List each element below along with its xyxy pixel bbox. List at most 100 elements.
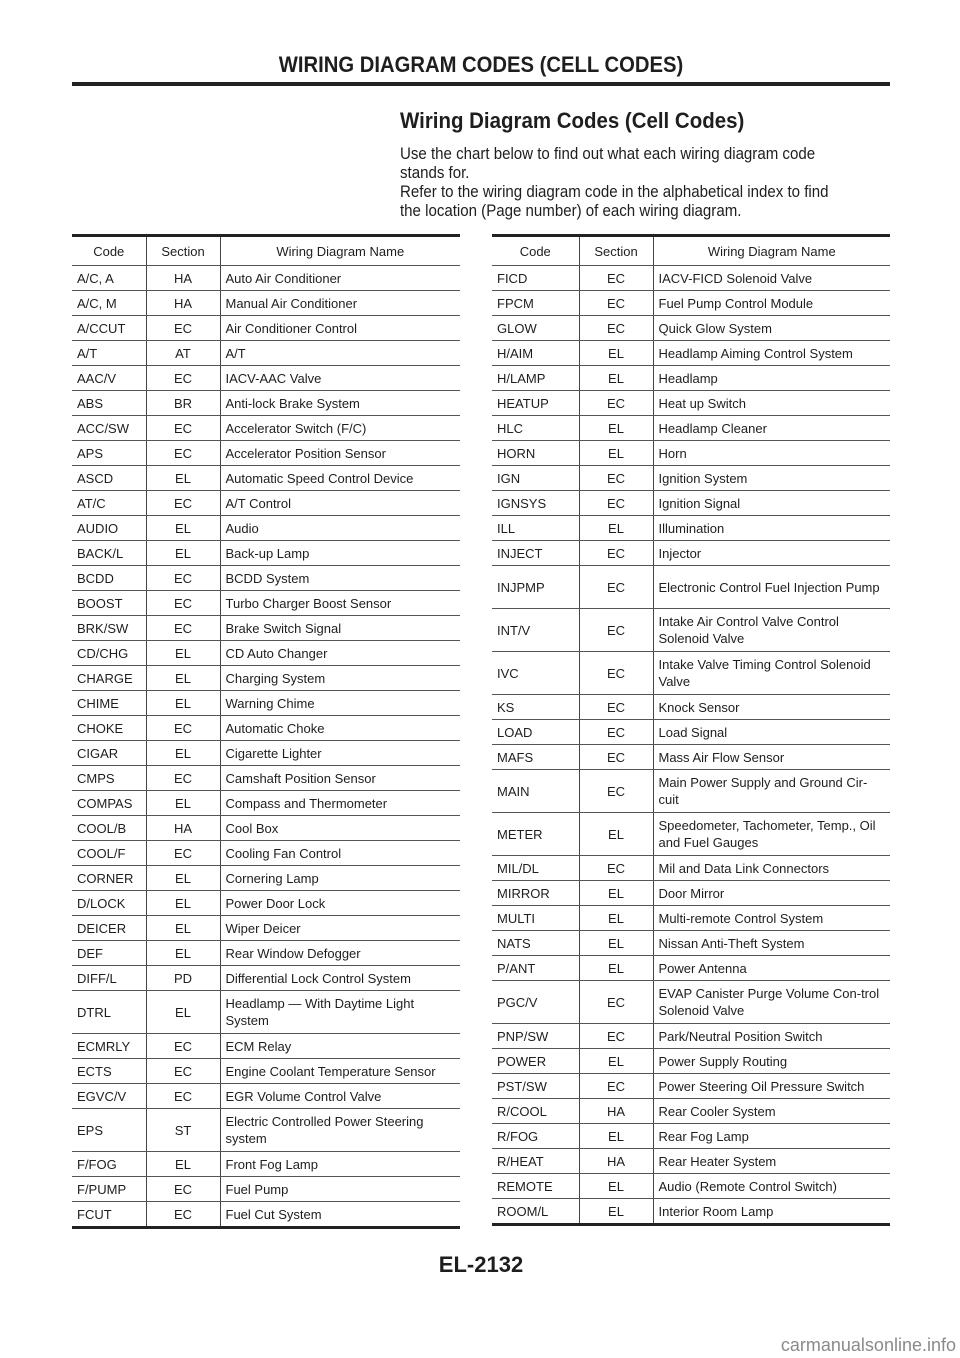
cell-name: Camshaft Position Sensor bbox=[219, 765, 460, 791]
cell-name: Power Steering Oil Pressure Switch bbox=[652, 1073, 890, 1099]
cell-section: EL bbox=[145, 890, 220, 916]
table-row: A/CCUT EC Air Conditioner Control bbox=[72, 315, 460, 341]
cell-code: CIGAR bbox=[72, 740, 146, 766]
cell-name: Mass Air Flow Sensor bbox=[652, 744, 890, 770]
cell-section: EL bbox=[578, 1048, 653, 1074]
cell-code: BRK/SW bbox=[72, 615, 146, 641]
cell-name: EGR Volume Control Valve bbox=[219, 1083, 460, 1109]
column-header-section: Section bbox=[578, 235, 653, 266]
cell-section: EL bbox=[145, 790, 220, 816]
codes-table-right: Code Section Wiring Diagram Name FICD EC I… bbox=[492, 234, 890, 1226]
cell-name: Electric Controlled Power Steering syste… bbox=[219, 1108, 460, 1152]
table-row: R/FOG EL Rear Fog Lamp bbox=[492, 1123, 890, 1149]
table-row: H/LAMP EL Headlamp bbox=[492, 365, 890, 391]
table-row: F/FOG EL Front Fog Lamp bbox=[72, 1151, 460, 1177]
cell-section: EC bbox=[145, 590, 220, 616]
cell-code: COMPAS bbox=[72, 790, 146, 816]
cell-name: Interior Room Lamp bbox=[652, 1198, 890, 1225]
cell-name: Audio bbox=[219, 515, 460, 541]
cell-name: Load Signal bbox=[652, 719, 890, 745]
cell-section: HA bbox=[145, 265, 220, 291]
table-row: MAIN EC Main Power Supply and Ground Cir-c… bbox=[492, 769, 890, 813]
table-row: PST/SW EC Power Steering Oil Pressure Swit… bbox=[492, 1073, 890, 1099]
cell-code: EGVC/V bbox=[72, 1083, 146, 1109]
cell-code: IVC bbox=[492, 651, 579, 695]
intro-line: Use the chart below to find out what eac… bbox=[400, 145, 816, 163]
table-row: FCUT EC Fuel Cut System bbox=[72, 1201, 460, 1228]
cell-section: AT bbox=[145, 340, 220, 366]
cell-section: EC bbox=[578, 608, 653, 652]
cell-code: ECTS bbox=[72, 1058, 146, 1084]
cell-section: EC bbox=[578, 694, 653, 720]
cell-section: EC bbox=[145, 1176, 220, 1202]
cell-code: MAFS bbox=[492, 744, 579, 770]
cell-section: EL bbox=[145, 515, 220, 541]
cell-code: COOL/F bbox=[72, 840, 146, 866]
cell-section: EL bbox=[145, 540, 220, 566]
cell-section: EC bbox=[578, 651, 653, 695]
cell-section: EC bbox=[578, 719, 653, 745]
table-row: INJPMP EC Electronic Control Fuel Injectio… bbox=[492, 565, 890, 609]
cell-name: Mil and Data Link Connectors bbox=[652, 855, 890, 881]
cell-section: EC bbox=[578, 565, 653, 609]
table-row: DEF EL Rear Window Defogger bbox=[72, 940, 460, 966]
table-row: IGN EC Ignition System bbox=[492, 465, 890, 491]
table-row: CIGAR EL Cigarette Lighter bbox=[72, 740, 460, 766]
cell-name: Injector bbox=[652, 540, 890, 566]
cell-code: DTRL bbox=[72, 990, 146, 1034]
cell-code: PST/SW bbox=[492, 1073, 579, 1099]
cell-section: EL bbox=[578, 955, 653, 981]
cell-code: ILL bbox=[492, 515, 579, 541]
cell-code: R/HEAT bbox=[492, 1148, 579, 1174]
cell-code: A/C, A bbox=[72, 265, 146, 291]
cell-name: Charging System bbox=[219, 665, 460, 691]
cell-name: Fuel Pump bbox=[219, 1176, 460, 1202]
cell-name: Cigarette Lighter bbox=[219, 740, 460, 766]
running-header-title: WIRING DIAGRAM CODES (CELL CODES) bbox=[278, 52, 684, 77]
table-row: MIRROR EL Door Mirror bbox=[492, 880, 890, 906]
table-row: DTRL EL Headlamp — With Daytime Light Syst… bbox=[72, 990, 460, 1034]
cell-section: HA bbox=[145, 815, 220, 841]
cell-name: Power Antenna bbox=[652, 955, 890, 981]
table-row: IVC EC Intake Valve Timing Control Solenoi… bbox=[492, 651, 890, 695]
cell-section: EL bbox=[578, 930, 653, 956]
cell-name: EVAP Canister Purge Volume Con-trol Sole… bbox=[652, 980, 890, 1024]
table-row: APS EC Accelerator Position Sensor bbox=[72, 440, 460, 466]
cell-name: Cooling Fan Control bbox=[219, 840, 460, 866]
table-row: ECMRLY EC ECM Relay bbox=[72, 1033, 460, 1059]
cell-section: EC bbox=[145, 615, 220, 641]
cell-name: BCDD System bbox=[219, 565, 460, 591]
cell-code: INJECT bbox=[492, 540, 579, 566]
cell-section: EC bbox=[578, 980, 653, 1024]
cell-section: PD bbox=[145, 965, 220, 991]
cell-section: EL bbox=[578, 365, 653, 391]
cell-name: Accelerator Position Sensor bbox=[219, 440, 460, 466]
cell-name: Warning Chime bbox=[219, 690, 460, 716]
cell-name: Knock Sensor bbox=[652, 694, 890, 720]
cell-code: POWER bbox=[492, 1048, 579, 1074]
cell-name: Speedometer, Tachometer, Temp., Oil and … bbox=[652, 812, 890, 856]
cell-name: Turbo Charger Boost Sensor bbox=[219, 590, 460, 616]
cell-section: EC bbox=[578, 290, 653, 316]
cell-code: CD/CHG bbox=[72, 640, 146, 666]
table-row: BCDD EC BCDD System bbox=[72, 565, 460, 591]
cell-name: Park/Neutral Position Switch bbox=[652, 1023, 890, 1049]
cell-name: Headlamp — With Daytime Light System bbox=[219, 990, 460, 1034]
table-row: AAC/V EC IACV-AAC Valve bbox=[72, 365, 460, 391]
cell-section: EC bbox=[145, 1083, 220, 1109]
table-row: FICD EC IACV-FICD Solenoid Valve bbox=[492, 265, 890, 291]
table-row: CMPS EC Camshaft Position Sensor bbox=[72, 765, 460, 791]
table-row: PGC/V EC EVAP Canister Purge Volume Con-tr… bbox=[492, 980, 890, 1024]
cell-section: EL bbox=[578, 1198, 653, 1225]
cell-section: EC bbox=[145, 365, 220, 391]
cell-section: EC bbox=[145, 565, 220, 591]
cell-name: ECM Relay bbox=[219, 1033, 460, 1059]
cell-section: EC bbox=[578, 465, 653, 491]
cell-code: INJPMP bbox=[492, 565, 579, 609]
cell-section: EL bbox=[578, 880, 653, 906]
cell-section: EL bbox=[145, 1151, 220, 1177]
cell-code: DIFF/L bbox=[72, 965, 146, 991]
cell-name: Fuel Pump Control Module bbox=[652, 290, 890, 316]
cell-code: PNP/SW bbox=[492, 1023, 579, 1049]
cell-name: Automatic Choke bbox=[219, 715, 460, 741]
